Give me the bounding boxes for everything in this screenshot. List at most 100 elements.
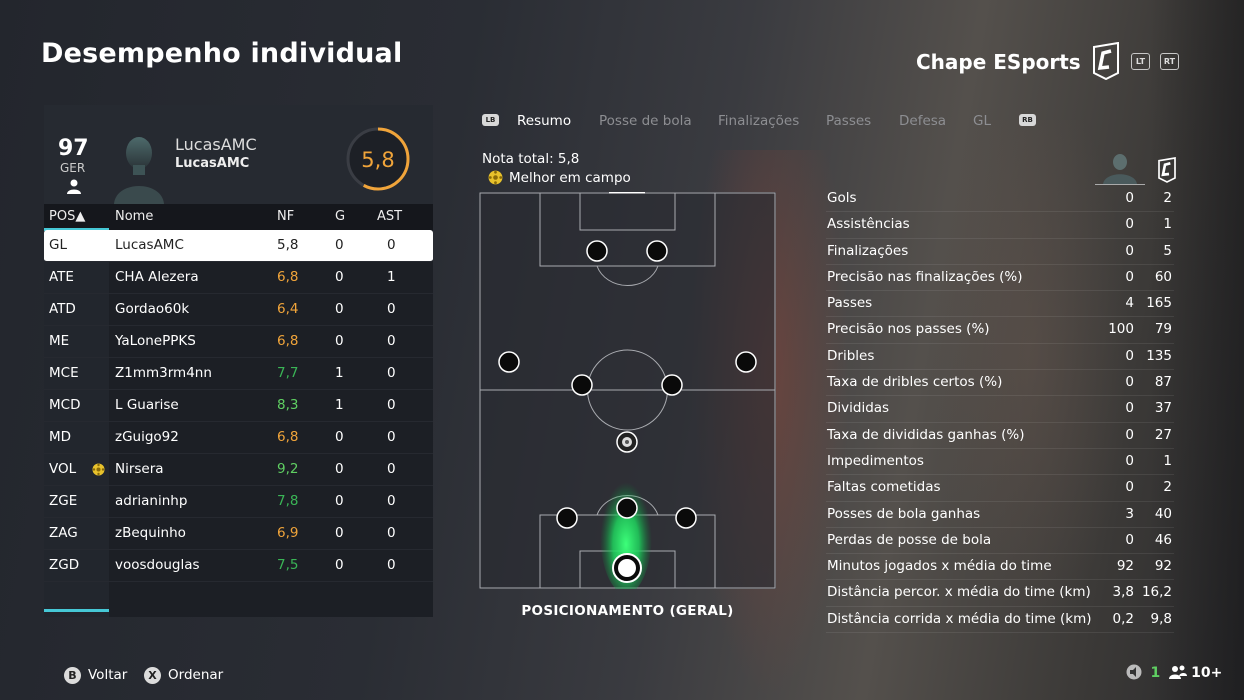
player-marker (586, 240, 608, 262)
player-position: GER (60, 161, 86, 175)
table-row[interactable]: ZGD voosdouglas 7,5 0 0 (44, 550, 433, 582)
tab-posse-de-bola[interactable]: Posse de bola (599, 113, 692, 129)
row-ast: 0 (387, 557, 396, 573)
tab-defesa[interactable]: Defesa (899, 113, 946, 129)
match-rating-ring: 5,8 (346, 127, 410, 191)
col-pos[interactable]: POS▲ (49, 209, 85, 224)
best-player-marker (616, 431, 638, 453)
table-row[interactable]: ATE CHA Alezera 6,8 0 1 (44, 262, 433, 294)
rb-button[interactable]: RB (1019, 114, 1036, 126)
player-marker (498, 351, 520, 373)
total-rating: Nota total: 5,8 (482, 151, 580, 167)
voice-count: 1 (1150, 665, 1161, 681)
table-row[interactable]: ATD Gordao60k 6,4 0 0 (44, 294, 433, 326)
speaker-icon (1126, 664, 1142, 680)
row-pos: VOL (49, 461, 77, 477)
row-pos: MCE (49, 365, 79, 381)
player-overall: 97 (58, 136, 89, 161)
back-button[interactable]: Voltar (88, 667, 127, 683)
table-row[interactable]: MD zGuigo92 6,8 0 0 (44, 422, 433, 454)
x-button-icon[interactable]: X (144, 667, 161, 684)
col-g[interactable]: G (335, 209, 345, 224)
row-g: 0 (335, 269, 344, 285)
stat-row: Passes 4 165 (826, 291, 1174, 318)
row-name: CHA Alezera (115, 269, 199, 285)
players-icon (1168, 665, 1187, 679)
row-ast: 0 (387, 365, 396, 381)
row-pos: ATE (49, 269, 74, 285)
player-marker (735, 351, 757, 373)
row-nf: 7,8 (277, 493, 299, 509)
col-name[interactable]: Nome (115, 209, 153, 224)
stat-row: Minutos jogados x média do time 92 92 (826, 554, 1174, 581)
lt-button[interactable]: LT (1131, 53, 1150, 70)
stat-row: Impedimentos 0 1 (826, 449, 1174, 476)
row-nf: 6,8 (277, 333, 299, 349)
player-avatar (114, 137, 164, 204)
col-nf[interactable]: NF (277, 209, 294, 224)
row-nf: 6,4 (277, 301, 299, 317)
page-title: Desempenho individual (41, 38, 403, 69)
row-ast: 0 (387, 429, 396, 445)
row-name: Nirsera (115, 461, 164, 477)
positioning-pitch (479, 192, 776, 589)
row-pos: GL (49, 237, 67, 253)
row-pos: ZGD (49, 557, 80, 573)
row-ast: 0 (387, 461, 396, 477)
row-g: 0 (335, 333, 344, 349)
table-row[interactable]: ME YaLonePPKS 6,8 0 0 (44, 326, 433, 358)
row-ast: 0 (387, 525, 396, 541)
player-card: 97 GER LucasAMC LucasAMC 5,8 (44, 105, 433, 204)
team-column-icon (1158, 157, 1176, 183)
stat-row: Gols 0 2 (826, 186, 1174, 213)
rt-button[interactable]: RT (1160, 53, 1179, 70)
row-name: L Guarise (115, 397, 179, 413)
best-in-field-icon (488, 170, 503, 185)
stat-row: Divididas 0 37 (826, 396, 1174, 423)
row-pos: ZAG (49, 525, 78, 541)
user-icon (67, 179, 81, 194)
col-ast[interactable]: AST (377, 209, 402, 224)
player-column-icon (1095, 154, 1145, 185)
row-g: 0 (335, 301, 344, 317)
row-name: LucasAMC (115, 237, 184, 253)
row-name: voosdouglas (115, 557, 200, 573)
tab-passes[interactable]: Passes (826, 113, 871, 129)
row-ast: 1 (387, 269, 396, 285)
row-pos: ATD (49, 301, 76, 317)
row-g: 0 (335, 525, 344, 541)
row-pos: ZGE (49, 493, 78, 509)
row-ast: 0 (387, 301, 396, 317)
table-row[interactable]: MCE Z1mm3rm4nn 7,7 1 0 (44, 358, 433, 390)
stat-row: Distância percor. x média do time (km) 3,… (826, 580, 1174, 607)
row-nf: 8,3 (277, 397, 299, 413)
player-marker (616, 497, 638, 519)
tab-gl[interactable]: GL (973, 113, 991, 129)
row-g: 1 (335, 365, 344, 381)
row-name: Gordao60k (115, 301, 190, 317)
stats-table: Gols 0 2 Assistências 0 1 Finalizações 0 5 Pre… (826, 186, 1174, 634)
selected-player-marker (612, 553, 642, 583)
team-logo-icon (1093, 42, 1119, 80)
team-name: Chape ESports (916, 50, 1081, 74)
row-ast: 0 (387, 397, 396, 413)
table-row[interactable]: MCD L Guarise 8,3 1 0 (44, 390, 433, 422)
table-row[interactable]: GL LucasAMC 5,8 0 0 (44, 230, 433, 262)
best-in-field-label: Melhor em campo (509, 170, 631, 186)
row-g: 0 (335, 557, 344, 573)
lb-button[interactable]: LB (482, 114, 499, 126)
lineup-panel: 97 GER LucasAMC LucasAMC 5,8 POS▲ Nome N… (44, 105, 433, 617)
row-g: 0 (335, 237, 344, 253)
lobby-status: 1 10+ (1126, 664, 1222, 681)
table-row[interactable]: ZAG zBequinho 6,9 0 0 (44, 518, 433, 550)
stat-row: Faltas cometidas 0 2 (826, 475, 1174, 502)
row-name: zBequinho (115, 525, 186, 541)
b-button-icon[interactable]: B (64, 667, 81, 684)
sort-button[interactable]: Ordenar (168, 667, 223, 683)
table-row[interactable]: ZGE adrianinhp 7,8 0 0 (44, 486, 433, 518)
row-ast: 0 (387, 333, 396, 349)
tab-finalizacoes[interactable]: Finalizações (718, 113, 799, 129)
table-row[interactable]: VOL Nirsera 9,2 0 0 (44, 454, 433, 486)
stat-row: Dribles 0 135 (826, 344, 1174, 371)
tab-resumo[interactable]: Resumo (517, 113, 571, 129)
